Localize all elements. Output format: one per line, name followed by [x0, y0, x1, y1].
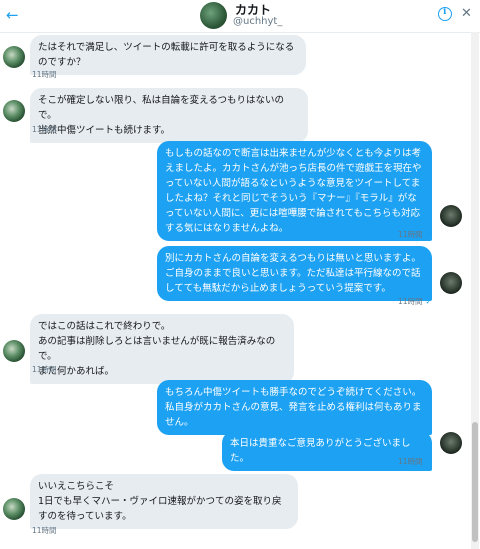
- sender-avatar[interactable]: [3, 340, 25, 362]
- my-avatar[interactable]: [440, 272, 462, 294]
- sender-avatar[interactable]: [3, 100, 25, 122]
- read-check-icon: ✓: [425, 457, 432, 466]
- avatar[interactable]: [200, 2, 227, 29]
- message-bubble-outgoing: もちろん中傷ツイートも勝手なのでどうぞ続けてください。私自身がカカトさんの意見、…: [157, 380, 432, 435]
- read-check-icon: ✓: [425, 230, 432, 239]
- close-icon[interactable]: ✕: [461, 6, 472, 21]
- message-timestamp: 11時間: [32, 70, 57, 79]
- info-icon[interactable]: [438, 7, 452, 21]
- message-bubble-incoming: いいえこちらこそ 1日でも早くマハー・ヴァイロ速報がかつての姿を取り戻すのを待っ…: [30, 474, 298, 529]
- my-avatar[interactable]: [440, 205, 462, 227]
- sender-avatar[interactable]: [3, 498, 25, 520]
- message-bubble-incoming: そこが確定しない限り、私は自論を変えるつもりはないので。 当然中傷ツイートも続け…: [30, 88, 308, 143]
- message-bubble-incoming: たはそれで満足し、ツイートの転載に許可を取るようになるのですか？: [30, 35, 306, 75]
- message-timestamp: 11時間 ✓: [398, 297, 432, 306]
- sender-avatar[interactable]: [3, 46, 25, 68]
- conversation-header: ← カカト @uchhyt_ ✕: [0, 0, 480, 33]
- read-check-icon: ✓: [425, 297, 432, 306]
- scrollbar-thumb[interactable]: [472, 422, 478, 542]
- conversation-handle: @uchhyt_: [233, 16, 283, 27]
- my-avatar[interactable]: [440, 432, 462, 454]
- message-bubble-outgoing: 別にカカトさんの自論を変えるつもりは無いと思いますよ。ご自身のままで良いと思いま…: [157, 246, 432, 301]
- back-arrow-icon[interactable]: ←: [6, 6, 19, 24]
- message-timestamp: 11時間: [32, 125, 57, 134]
- message-timestamp: 11時間 ✓: [398, 230, 432, 239]
- scrollbar[interactable]: [471, 32, 479, 549]
- message-timestamp: 11時間: [32, 365, 57, 374]
- message-bubble-outgoing: もしもの話なので断言は出来ませんが少なくとも今よりは考えましたよ。カカトさんが池…: [157, 141, 432, 241]
- message-bubble-incoming: ではこの話はこれで終わりで。 あの記事は削除しろとは言いませんが既に報告済みなの…: [30, 314, 294, 384]
- message-timestamp: 11時間 ✓: [398, 457, 432, 466]
- message-timestamp: 11時間: [32, 526, 57, 535]
